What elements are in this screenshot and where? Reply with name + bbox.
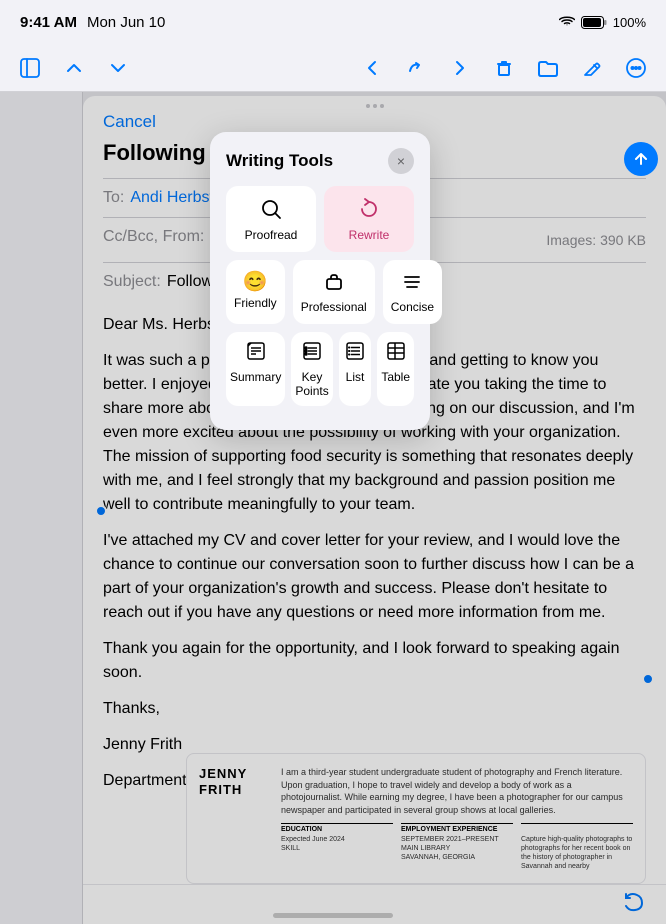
battery-icon [581, 16, 607, 29]
friendly-label: Friendly [234, 296, 277, 310]
tone-tools-grid: 😊 Friendly Professional [226, 260, 414, 324]
status-date: Mon Jun 10 [87, 14, 165, 31]
nav-up-button[interactable] [60, 54, 88, 82]
main-content: Cancel Following u To:Andi Herbst Cc/Bcc… [0, 92, 666, 924]
toolbar-right [358, 54, 650, 82]
table-label: Table [381, 370, 410, 384]
wifi-icon [559, 16, 575, 28]
key-points-button[interactable]: Key Points [291, 332, 332, 406]
table-icon [385, 340, 407, 366]
writing-tools-overlay: Writing Tools × Proofread [0, 92, 666, 924]
primary-tools-grid: Proofread Rewrite [226, 186, 414, 252]
rewrite-button[interactable]: Rewrite [324, 186, 414, 252]
concise-button[interactable]: Concise [383, 260, 442, 324]
key-points-icon [301, 340, 323, 366]
send-button[interactable] [624, 142, 658, 176]
compose-button[interactable] [578, 54, 606, 82]
modal-title: Writing Tools [226, 151, 333, 171]
nav-down-button[interactable] [104, 54, 132, 82]
proofread-icon [260, 198, 282, 224]
friendly-button[interactable]: 😊 Friendly [226, 260, 285, 324]
status-icons: 100% [559, 15, 646, 30]
format-tools-grid: Summary [226, 332, 414, 406]
table-button[interactable]: Table [377, 332, 414, 406]
professional-icon [324, 272, 344, 296]
folder-button[interactable] [534, 54, 562, 82]
sidebar-toggle-button[interactable] [16, 54, 44, 82]
professional-label: Professional [301, 300, 367, 314]
professional-button[interactable]: Professional [293, 260, 375, 324]
list-label: List [346, 370, 365, 384]
back-button[interactable] [358, 54, 386, 82]
ipad-frame: 9:41 AM Mon Jun 10 100% [0, 0, 666, 924]
proofread-label: Proofread [245, 228, 298, 242]
rewrite-icon [358, 198, 380, 224]
toolbar-left [16, 54, 132, 82]
modal-header: Writing Tools × [226, 148, 414, 174]
share-button[interactable] [446, 54, 474, 82]
status-time: 9:41 AM [20, 14, 77, 31]
summary-label: Summary [230, 370, 281, 384]
more-button[interactable] [622, 54, 650, 82]
forward-button[interactable] [402, 54, 430, 82]
list-button[interactable]: List [339, 332, 372, 406]
list-icon [344, 340, 366, 366]
delete-button[interactable] [490, 54, 518, 82]
toolbar [0, 44, 666, 92]
key-points-label: Key Points [295, 370, 328, 398]
concise-label: Concise [391, 300, 434, 314]
writing-tools-modal: Writing Tools × Proofread [210, 132, 430, 430]
concise-icon [402, 272, 422, 296]
proofread-button[interactable]: Proofread [226, 186, 316, 252]
battery-percent: 100% [613, 15, 646, 30]
modal-close-button[interactable]: × [388, 148, 414, 174]
summary-icon [245, 340, 267, 366]
rewrite-label: Rewrite [349, 228, 390, 242]
status-bar: 9:41 AM Mon Jun 10 100% [0, 0, 666, 44]
summary-button[interactable]: Summary [226, 332, 285, 406]
friendly-icon: 😊 [243, 272, 268, 292]
